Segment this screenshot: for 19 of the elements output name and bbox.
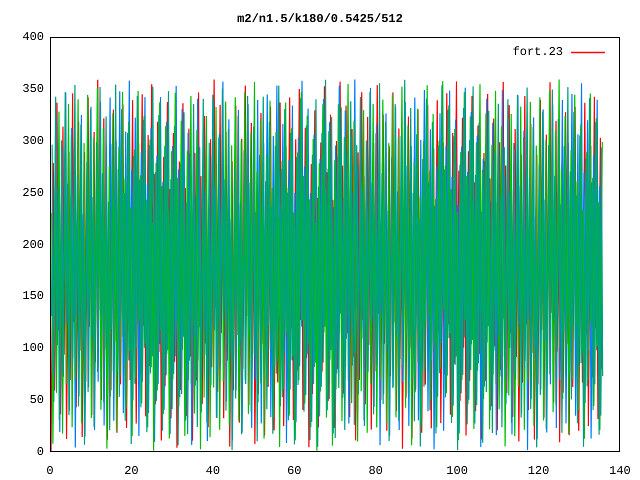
y-axis-label: 300 <box>22 134 44 147</box>
y-axis-label: 0 <box>36 446 44 458</box>
y-axis-label: 350 <box>22 82 44 95</box>
x-axis-label: 20 <box>123 463 140 480</box>
x-axis-label: 0 <box>45 463 55 480</box>
y-axis-label: 150 <box>22 290 44 302</box>
y-axis-label: 100 <box>22 342 44 354</box>
x-axis-label: 100 <box>445 463 469 480</box>
x-axis-label: 80 <box>367 463 384 480</box>
x-axis-label: 40 <box>204 463 222 480</box>
y-axis-label: 250 <box>22 186 44 199</box>
x-axis-label: 140 <box>608 463 632 480</box>
x-axis-label: 60 <box>286 463 302 480</box>
y-axis-label: 200 <box>22 238 44 250</box>
x-axis-label: 120 <box>526 463 550 480</box>
legend-label: fort.23 <box>512 44 563 61</box>
y-axis-label: 50 <box>30 394 44 406</box>
chart-title: m2/n1.5/k180/0.5425/512 <box>237 10 403 28</box>
y-axis-label: 400 <box>22 31 44 43</box>
